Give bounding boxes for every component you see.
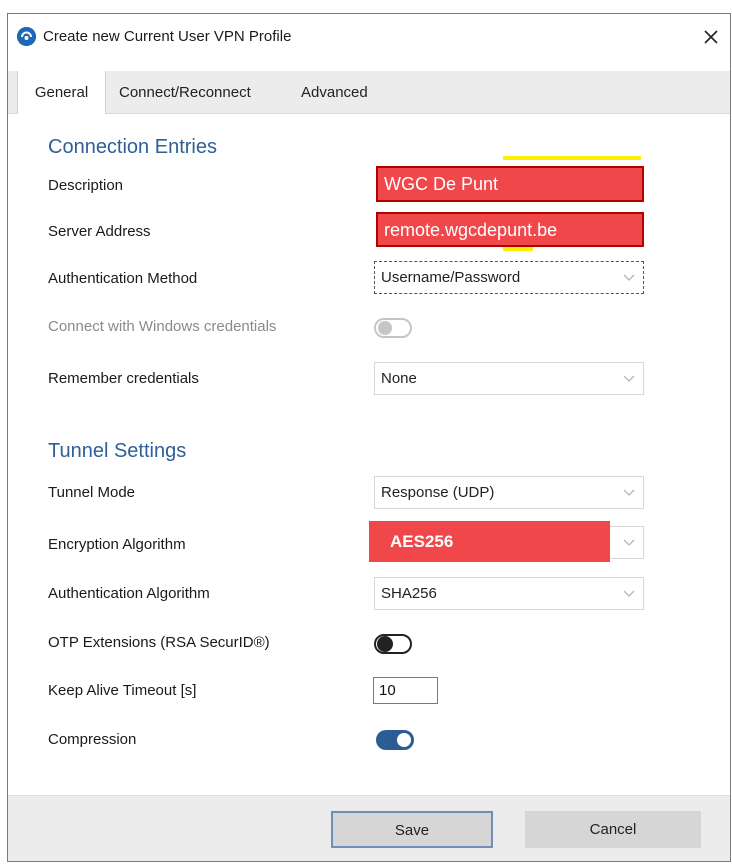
windows-credentials-label: Connect with Windows credentials	[48, 318, 277, 335]
server-address-field[interactable]: remote.wgcdepunt.be	[376, 212, 644, 247]
toggle-knob	[397, 733, 411, 747]
description-label: Description	[48, 177, 124, 194]
authentication-algorithm-select[interactable]: SHA256	[374, 577, 644, 610]
save-button[interactable]: Save	[331, 811, 493, 848]
authentication-algorithm-value: SHA256	[381, 585, 437, 602]
close-icon[interactable]	[698, 24, 724, 50]
dialog-footer: Save Cancel	[8, 795, 730, 861]
tab-general[interactable]: General	[17, 71, 106, 114]
authentication-algorithm-label: Authentication Algorithm	[48, 585, 210, 602]
server-address-label: Server Address	[48, 223, 151, 240]
encryption-algorithm-label: Encryption Algorithm	[48, 536, 186, 553]
toggle-knob	[378, 321, 392, 335]
chevron-down-icon	[623, 489, 635, 496]
tab-bar: General Connect/Reconnect Advanced	[8, 71, 730, 114]
remember-credentials-label: Remember credentials	[48, 370, 199, 387]
tunnel-mode-select[interactable]: Response (UDP)	[374, 476, 644, 509]
tab-advanced[interactable]: Advanced	[301, 71, 368, 113]
chevron-down-icon	[623, 590, 635, 597]
keep-alive-timeout-label: Keep Alive Timeout [s]	[48, 682, 197, 699]
tunnel-settings-heading: Tunnel Settings	[48, 440, 187, 462]
chevron-down-icon	[623, 539, 635, 546]
keep-alive-timeout-input[interactable]: 10	[373, 677, 438, 704]
cancel-button[interactable]: Cancel	[525, 811, 701, 848]
compression-toggle[interactable]	[376, 730, 414, 750]
chevron-down-icon	[623, 274, 635, 281]
tunnel-mode-value: Response (UDP)	[381, 484, 495, 501]
title-bar: Create new Current User VPN Profile	[8, 14, 730, 60]
remember-credentials-select[interactable]: None	[374, 362, 644, 395]
compression-label: Compression	[48, 731, 137, 748]
authentication-method-label: Authentication Method	[48, 270, 198, 287]
otp-extensions-label: OTP Extensions (RSA SecurID®)	[48, 634, 270, 651]
otp-extensions-toggle[interactable]	[374, 634, 412, 654]
vpn-client-icon	[17, 27, 36, 46]
window-title: Create new Current User VPN Profile	[43, 28, 292, 45]
connection-entries-heading: Connection Entries	[48, 136, 217, 158]
remember-credentials-value: None	[381, 370, 417, 387]
tunnel-mode-label: Tunnel Mode	[48, 484, 135, 501]
description-value: WGC De Punt	[384, 174, 499, 194]
authentication-method-select[interactable]: Username/Password	[374, 261, 644, 294]
highlight-mark	[503, 247, 533, 251]
server-address-value: remote.wgcdepunt.be	[384, 220, 558, 240]
windows-credentials-toggle[interactable]	[374, 318, 412, 338]
chevron-down-icon	[623, 375, 635, 382]
toggle-knob	[377, 636, 393, 652]
highlight-mark	[503, 156, 641, 160]
description-field[interactable]: WGC De Punt	[376, 166, 644, 202]
authentication-method-value: Username/Password	[381, 269, 521, 286]
vpn-profile-dialog: Create new Current User VPN Profile Gene…	[7, 13, 731, 862]
tab-connect-reconnect[interactable]: Connect/Reconnect	[119, 71, 251, 113]
encryption-algorithm-value: AES256	[369, 521, 610, 562]
